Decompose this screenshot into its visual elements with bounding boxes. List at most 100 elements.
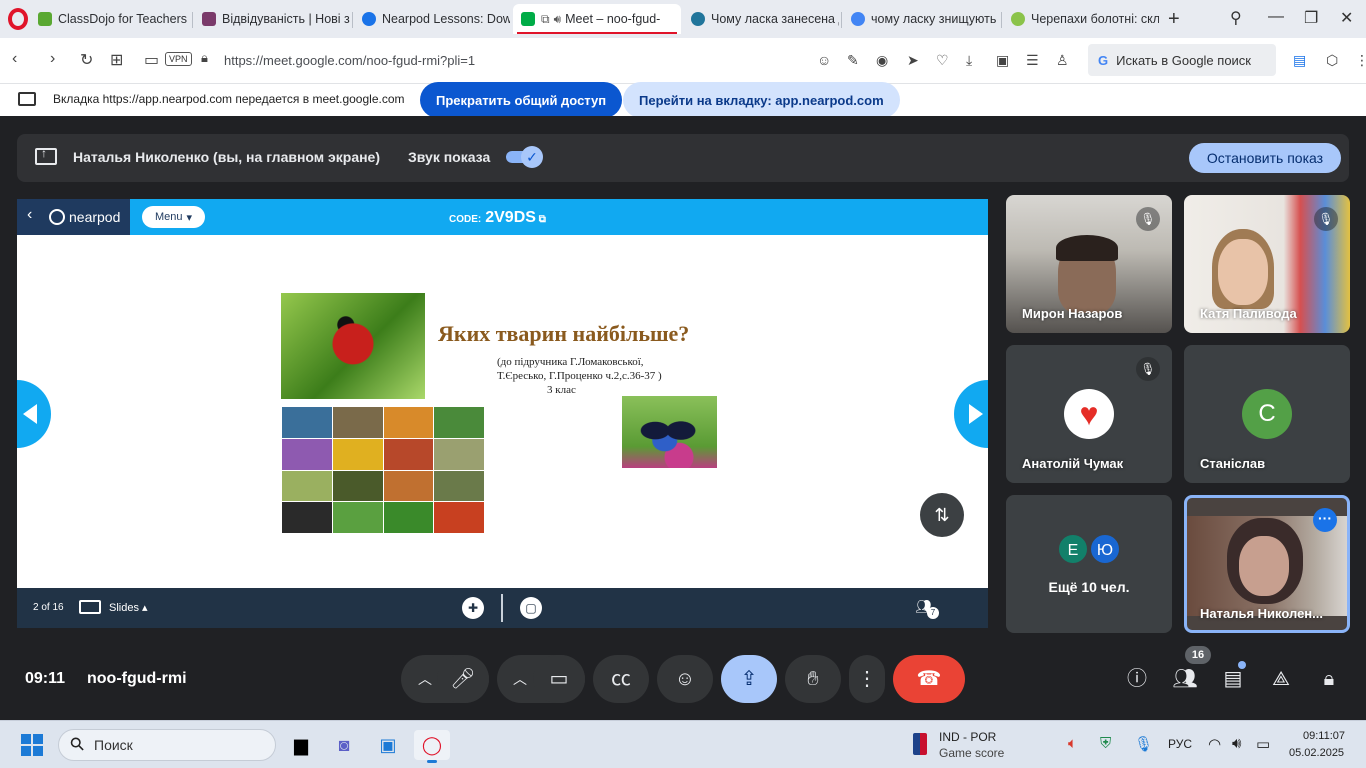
forward-icon[interactable]: › <box>50 50 55 68</box>
next-slide-button[interactable] <box>954 380 988 448</box>
self-participant-tile[interactable]: ··· Наталья Николен... <box>1184 495 1350 633</box>
more-participants-tile[interactable]: Е Ю Ещё 10 чел. <box>1006 495 1172 633</box>
slides-label: Slides <box>109 602 139 614</box>
microphone-tray-icon[interactable]: 🎙︎ <box>1134 735 1153 753</box>
classdojo-favicon-icon <box>38 12 52 26</box>
tab-label: Nearpod Lessons: Down <box>382 12 510 26</box>
tab-search-icon[interactable]: ⚲ <box>1230 8 1242 28</box>
teams-icon[interactable]: ◙ <box>326 730 362 760</box>
slides-icon[interactable] <box>79 600 101 614</box>
slides-toggle[interactable]: Slides ▴ <box>109 601 148 614</box>
tab-nearpod[interactable]: Nearpod Lessons: Down <box>354 6 510 32</box>
leave-call-button[interactable]: ☎︎ <box>893 655 965 703</box>
nba-logo-icon <box>913 733 927 755</box>
emoji-icon[interactable]: ☺ <box>817 52 831 68</box>
taskbar-search-box[interactable]: Поиск <box>58 729 276 761</box>
more-options-button[interactable]: ⋮ <box>849 655 885 703</box>
close-icon[interactable]: ✕ <box>1340 8 1353 28</box>
taskbar-clock[interactable]: 09:11:07 <box>1303 730 1345 742</box>
security-shield-icon[interactable]: ⛨ <box>1100 735 1111 752</box>
profile-icon[interactable]: ♙ <box>1056 52 1069 69</box>
tab-weasel-red-book[interactable]: Чому ласка занесена до <box>683 6 839 32</box>
menu-kebab-icon[interactable]: ⋮ <box>1355 52 1366 69</box>
nearpod-menu-button[interactable]: Menu ▾ <box>142 206 205 228</box>
external-link-icon[interactable]: ⧉ <box>539 214 546 225</box>
lock-icon[interactable]: 🔒︎ <box>201 50 208 66</box>
tab-google-search[interactable]: чому ласку знищують - <box>843 6 999 32</box>
code-value[interactable]: 2V9DS <box>485 209 536 226</box>
sidebar-icon[interactable]: ▤ <box>1293 52 1306 69</box>
participant-tile[interactable]: 🎙︎ Катя Паливода <box>1184 195 1350 333</box>
extensions-icon[interactable]: ⬡ <box>1326 52 1338 69</box>
activities-puzzle-icon[interactable]: ✚ <box>462 597 484 619</box>
download-icon[interactable]: ⤓ <box>966 52 972 69</box>
send-icon[interactable]: ➤ <box>907 52 919 69</box>
meeting-info-icon[interactable]: ⓘ <box>1124 666 1150 692</box>
board-icon[interactable]: ▢ <box>520 597 542 619</box>
presentation-sound-toggle[interactable]: ✓ <box>506 146 543 168</box>
game-score-title[interactable]: IND - POR <box>939 730 996 744</box>
expand-swap-icon[interactable]: ⇅ <box>920 493 964 537</box>
students-icon[interactable]: 👥︎ 7 <box>915 598 939 619</box>
previous-slide-button[interactable] <box>17 380 51 448</box>
vpn-badge[interactable]: VPN <box>165 52 192 66</box>
opera-logo-icon[interactable] <box>8 8 28 30</box>
more-options-icon[interactable]: ··· <box>1313 508 1337 532</box>
opera-taskbar-icon[interactable]: ◯ <box>414 730 450 763</box>
battery-icon[interactable]: ▭ <box>1256 735 1270 753</box>
tab-attendance[interactable]: Відвідуваність | Нові зн <box>194 6 350 32</box>
microphone-button[interactable]: 🎤︎ <box>437 655 489 703</box>
new-tab-plus-icon[interactable]: + <box>1168 8 1180 31</box>
participant-name: Мирон Назаров <box>1022 306 1123 321</box>
restore-icon[interactable]: ❐ <box>1304 8 1318 28</box>
reactions-button[interactable]: ☺ <box>657 655 713 703</box>
start-windows-icon[interactable] <box>21 734 43 756</box>
speaker-muted-icon[interactable]: 🔈︎ <box>1068 735 1077 752</box>
present-screen-button[interactable]: ⇪ <box>721 655 777 703</box>
edit-icon[interactable]: ✎ <box>847 52 859 69</box>
slide-title: Яких тварин найбільше? <box>438 321 690 346</box>
heart-icon[interactable]: ♡ <box>936 52 949 69</box>
captions-button[interactable]: ㏄ <box>593 655 649 703</box>
volume-icon[interactable]: 🔊︎ <box>1232 735 1241 752</box>
chat-icon[interactable]: ▤ <box>1220 666 1246 692</box>
task-view-icon[interactable]: ▆ <box>283 730 319 760</box>
google-search-box[interactable]: G Искать в Google поиск <box>1088 44 1276 76</box>
activities-icon[interactable]: ⟁ <box>1268 666 1294 692</box>
picture-in-picture-icon[interactable]: ⧉ <box>541 12 550 27</box>
participant-tile[interactable]: 🎙︎ Мирон Назаров <box>1006 195 1172 333</box>
stop-sharing-button[interactable]: Прекратить общий доступ <box>420 82 623 118</box>
footer-divider <box>501 594 503 622</box>
snapshot-icon[interactable]: ▭ <box>144 50 159 70</box>
speaker-icon[interactable]: 🔊︎ <box>554 12 562 27</box>
people-icon[interactable]: 👥︎ <box>1172 666 1198 692</box>
nearpod-brand: nearpod <box>69 209 121 225</box>
back-icon[interactable]: ‹ <box>12 50 17 68</box>
camera-button[interactable]: ▭ <box>533 655 585 703</box>
player-icon[interactable]: ▣ <box>996 52 1009 69</box>
subtitle-line: (до підручника Г.Ломаковської, <box>497 356 644 368</box>
participant-tile[interactable]: С Станіслав <box>1184 345 1350 483</box>
url-field[interactable]: https://meet.google.com/noo-fgud-rmi?pli… <box>224 53 475 68</box>
tab-turtles[interactable]: Черепахи болотні: скла <box>1003 6 1159 32</box>
tab-classdojo[interactable]: ClassDojo for Teachers <box>30 6 188 32</box>
back-chevron-icon[interactable]: ‹ <box>27 206 32 224</box>
taskbar-date[interactable]: 05.02.2025 <box>1289 747 1344 759</box>
participant-tile[interactable]: ♥ 🎙︎ Анатолій Чумак <box>1006 345 1172 483</box>
input-language[interactable]: РУС <box>1168 737 1192 751</box>
tab-meet[interactable]: ⧉ 🔊︎ Meet – noo-fgud- <box>513 4 681 34</box>
participant-name: Наталья Николен... <box>1200 606 1323 621</box>
speed-dial-icon[interactable]: ⊞ <box>110 50 123 70</box>
host-controls-icon[interactable]: 🔒︎ <box>1316 666 1342 692</box>
wifi-icon[interactable]: ◠ <box>1208 735 1221 753</box>
easy-setup-icon[interactable]: ☰ <box>1026 52 1039 69</box>
store-icon[interactable]: ▣ <box>370 730 406 760</box>
reload-icon[interactable]: ↻ <box>80 50 93 70</box>
minimize-icon[interactable]: — <box>1268 8 1284 26</box>
camera-icon[interactable]: ◉ <box>876 52 888 69</box>
go-to-tab-button[interactable]: Перейти на вкладку: app.nearpod.com <box>623 82 900 118</box>
raise-hand-button[interactable]: ✋︎ <box>785 655 841 703</box>
stop-presenting-button[interactable]: Остановить показ <box>1189 143 1341 173</box>
subtitle-line: Т.Єресько, Г.Проценко ч.2,с.36-37 ) <box>497 370 662 382</box>
nearpod-footer: 2 of 16 Slides ▴ ✚ ▢ 👥︎ 7 <box>17 588 988 628</box>
